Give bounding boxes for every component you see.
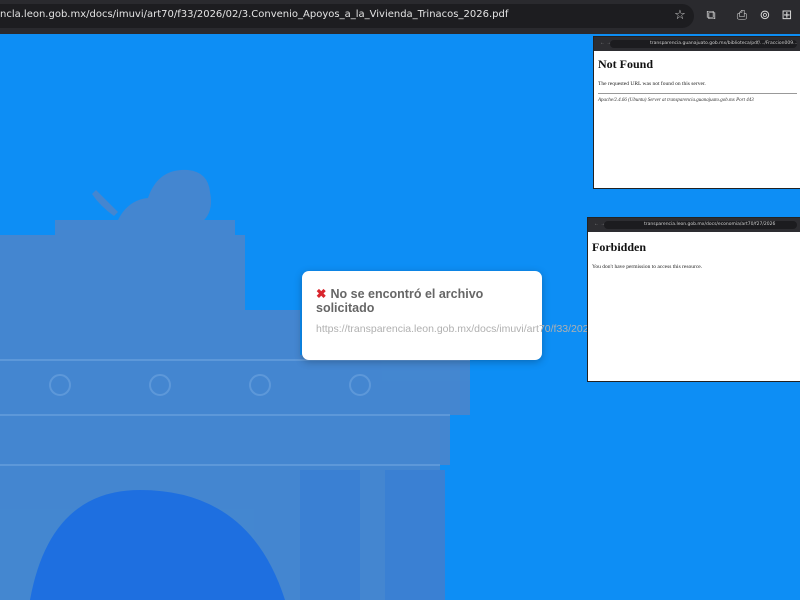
server-address: Apache/2.4.66 (Ubuntu) Server at transpa… [598,98,754,103]
error-message: The requested URL was not found on this … [598,81,706,87]
screenshot-not-found: ← → ⟳ ▢ transparencia.guanajuato.gob.mx/… [593,36,800,189]
screenshot-forbidden: ← → ⟳ ▢ transparencia.leon.gob.mx/docs/e… [587,217,800,382]
page-title: Not Found [598,57,654,71]
mini-browser-toolbar: ← → ⟳ ▢ transparencia.guanajuato.gob.mx/… [594,37,800,51]
error-dialog: ✖ No se encontró el archivo solicitado ht… [302,271,594,360]
star-icon[interactable]: ☆ [672,8,688,24]
close-icon: ✖ [316,287,327,301]
mini-address-bar: transparencia.guanajuato.gob.mx/bibliote… [610,40,797,48]
address-bar[interactable]: ncla.leon.gob.mx/docs/imuvi/art70/f33/20… [0,4,694,28]
browser-toolbar: ncla.leon.gob.mx/docs/imuvi/art70/f33/20… [0,0,800,34]
extensions-icon[interactable]: ⧉ [703,8,719,24]
error-url: https://transparencia.leon.gob.mx/docs/i… [316,323,595,335]
error-title: ✖ No se encontró el archivo solicitado [316,287,484,315]
share-icon[interactable]: ⊚ [757,8,773,24]
error-message: You don't have permission to access this… [592,264,703,270]
translate-icon[interactable]: ⊞ [779,8,795,24]
print-icon[interactable]: ⎙ [734,8,750,24]
divider [598,93,797,94]
mini-browser-toolbar: ← → ⟳ ▢ transparencia.leon.gob.mx/docs/e… [588,218,800,232]
mini-address-bar: transparencia.leon.gob.mx/docs/economia/… [604,221,797,229]
address-bar-url[interactable]: ncla.leon.gob.mx/docs/imuvi/art70/f33/20… [0,9,600,20]
page-title: Forbidden [592,240,647,254]
